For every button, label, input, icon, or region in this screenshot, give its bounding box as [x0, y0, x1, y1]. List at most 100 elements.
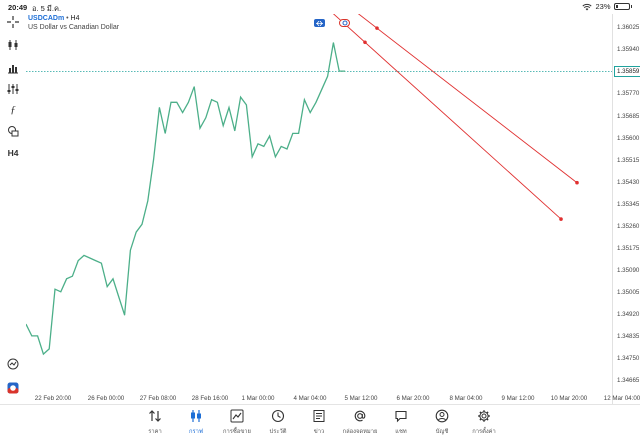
- price-point: [205, 117, 206, 118]
- timeframe-button[interactable]: H4: [4, 145, 22, 161]
- price-point: [124, 315, 125, 316]
- price-point: [258, 143, 259, 144]
- price-point: [269, 136, 270, 137]
- buy-button[interactable]: [339, 19, 350, 27]
- price-point: [147, 201, 148, 202]
- nav-label-settings: การตั้งค่า: [464, 426, 504, 436]
- price-point: [60, 291, 61, 292]
- price-tick-label: 1.35515: [617, 157, 639, 164]
- price-point: [333, 42, 334, 43]
- price-tick-label: 1.35090: [617, 267, 639, 274]
- price-point: [37, 336, 38, 337]
- price-point: [287, 149, 288, 150]
- price-tick-label: 1.35175: [617, 245, 639, 252]
- price-point: [298, 133, 299, 134]
- nav-label-accounts: บัญชี: [422, 426, 462, 436]
- price-tick-label: 1.35345: [617, 201, 639, 208]
- objects-icon[interactable]: [4, 123, 22, 139]
- nav-chart[interactable]: กราฟ: [176, 409, 216, 436]
- time-tick-label: 22 Feb 20:00: [35, 395, 71, 402]
- trendline-2-end-handle[interactable]: [559, 217, 563, 221]
- price-point: [345, 71, 346, 72]
- candlestick-type-icon[interactable]: [4, 37, 22, 53]
- sell-button[interactable]: [314, 19, 325, 27]
- price-axis[interactable]: 1.360251.359401.358551.357701.356851.356…: [612, 14, 640, 404]
- chart-candles-icon: [189, 409, 203, 423]
- nav-history[interactable]: ประวัติ: [258, 409, 298, 436]
- price-tick-label: 1.35600: [617, 135, 639, 142]
- price-tick-label: 1.35685: [617, 113, 639, 120]
- time-tick-label: 9 Mar 12:00: [501, 395, 534, 402]
- price-point: [49, 349, 50, 350]
- price-chart[interactable]: [26, 14, 612, 393]
- price-point: [95, 260, 96, 261]
- indicator-settings-icon[interactable]: [4, 81, 22, 97]
- time-tick-label: 28 Feb 16:00: [192, 395, 228, 402]
- current-price-tag: 1.35859: [614, 66, 640, 77]
- price-tick-label: 1.36025: [617, 24, 639, 31]
- news-icon: [312, 409, 326, 423]
- nav-quotes[interactable]: ราคา: [135, 409, 175, 436]
- trendline-1-mid-handle[interactable]: [375, 26, 379, 30]
- trendline-2-mid-handle[interactable]: [363, 40, 367, 44]
- nav-chat[interactable]: แชท: [381, 409, 421, 436]
- quotes-icon: [148, 409, 162, 423]
- trendline-1[interactable]: [184, 14, 577, 183]
- price-series-line: [26, 43, 345, 355]
- price-point: [176, 102, 177, 103]
- nav-mailbox[interactable]: กล่องจดหมาย: [340, 409, 380, 436]
- price-tick-label: 1.34835: [617, 333, 639, 340]
- price-point: [136, 232, 137, 233]
- chat-icon: [394, 409, 408, 423]
- nav-settings[interactable]: การตั้งค่า: [464, 409, 504, 436]
- price-tick-label: 1.35940: [617, 46, 639, 53]
- price-point: [188, 102, 189, 103]
- nav-news[interactable]: ข่าว: [299, 409, 339, 436]
- history-icon: [271, 409, 285, 423]
- price-point: [194, 86, 195, 87]
- price-point: [118, 297, 119, 298]
- price-point: [321, 89, 322, 90]
- price-point: [113, 278, 114, 279]
- bar-chart-icon[interactable]: [4, 60, 22, 76]
- price-tick-label: 1.35430: [617, 179, 639, 186]
- navigator-icon[interactable]: [4, 356, 22, 372]
- nav-accounts[interactable]: บัญชี: [422, 409, 462, 436]
- time-tick-label: 12 Mar 04:00: [604, 395, 640, 402]
- price-tick-label: 1.34920: [617, 311, 639, 318]
- nav-label-trade: การซื้อขาย: [217, 426, 257, 436]
- price-point: [327, 76, 328, 77]
- status-bar: 20:49 อ. 5 มี.ค. 23%: [0, 0, 640, 14]
- time-tick-label: 27 Feb 08:00: [140, 395, 176, 402]
- trendline-2[interactable]: [184, 14, 561, 219]
- price-tick-label: 1.34665: [617, 377, 639, 384]
- price-point: [78, 260, 79, 261]
- nav-label-history: ประวัติ: [258, 426, 298, 436]
- price-point: [281, 146, 282, 147]
- price-point: [304, 99, 305, 100]
- price-point: [101, 263, 102, 264]
- battery-cap: [631, 5, 633, 8]
- nav-trade[interactable]: การซื้อขาย: [217, 409, 257, 436]
- nav-label-chart: กราฟ: [176, 426, 216, 436]
- price-point: [240, 97, 241, 98]
- price-point: [292, 133, 293, 134]
- chart-area[interactable]: [26, 14, 612, 404]
- price-point: [223, 125, 224, 126]
- price-point: [229, 107, 230, 108]
- price-point: [182, 112, 183, 113]
- trendline-1-end-handle[interactable]: [575, 181, 579, 185]
- time-tick-label: 26 Feb 00:00: [88, 395, 124, 402]
- one-click-trading-icon[interactable]: [4, 380, 22, 396]
- at-sign-icon: [353, 409, 367, 423]
- price-point: [217, 102, 218, 103]
- account-icon: [435, 409, 449, 423]
- time-tick-label: 4 Mar 04:00: [293, 395, 326, 402]
- price-point: [72, 276, 73, 277]
- price-tick-label: 1.35770: [617, 90, 639, 97]
- function-icon[interactable]: ƒ: [4, 102, 22, 118]
- time-tick-label: 8 Mar 04:00: [449, 395, 482, 402]
- price-point: [66, 278, 67, 279]
- price-point: [200, 128, 201, 129]
- crosshair-icon[interactable]: [4, 14, 22, 30]
